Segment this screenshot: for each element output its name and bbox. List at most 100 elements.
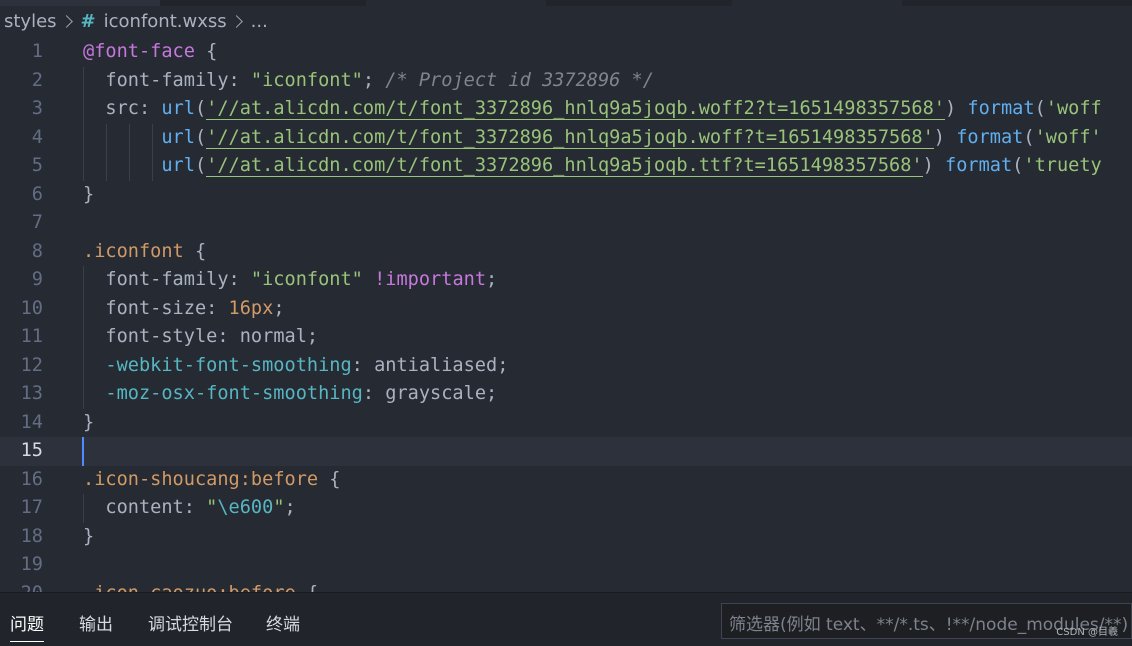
code-line[interactable]: 17 content: "\e600"; — [0, 494, 1132, 523]
code-token: : — [362, 383, 386, 404]
code-editor[interactable]: 1 @font-face {2 font-family: "iconfont"; … — [0, 38, 1132, 592]
bottom-panel: 问题 输出 调试控制台 终端 筛选器(例如 text、**/*.ts、!**/n… — [0, 592, 1132, 646]
line-number: 4 — [31, 126, 43, 148]
code-content: } — [83, 409, 94, 438]
code-line[interactable]: 5 url('//at.alicdn.com/t/font_3372896_hn… — [0, 152, 1132, 181]
code-token: } — [83, 525, 95, 547]
breadcrumb-folder-label: styles — [4, 10, 57, 32]
line-number: 20 — [0, 580, 43, 593]
code-line[interactable]: 9 font-family: "iconfont" !important; — [0, 266, 1132, 295]
line-number: 1 — [31, 41, 43, 62]
code-token: '//at.alicdn.com/t/font_3372896_hnlq9a5j… — [206, 126, 934, 149]
code-line[interactable]: 14} — [0, 409, 1132, 438]
code-token: 'woff' — [1034, 126, 1102, 148]
code-line[interactable]: 1 @font-face { — [0, 38, 1132, 67]
code-content: .iconfont { — [83, 238, 206, 267]
breadcrumb-folder[interactable]: styles — [4, 11, 57, 32]
code-line[interactable]: 12 -webkit-font-smoothing: antialiased; — [0, 351, 1132, 381]
code-content: -moz-osx-font-smoothing: grayscale; — [83, 380, 497, 409]
code-token: -moz-osx-font-smoothing — [83, 383, 363, 404]
code-token: } — [83, 411, 95, 433]
code-token: normal — [239, 326, 307, 347]
code-token: format — [956, 126, 1024, 148]
code-token: ; — [273, 297, 285, 319]
tab-output[interactable]: 输出 — [79, 610, 113, 635]
code-token: { — [318, 468, 341, 490]
code-token: @font-face — [83, 41, 195, 62]
code-token: ; — [497, 354, 509, 376]
text-cursor — [82, 437, 84, 466]
code-token: '//at.alicdn.com/t/font_3372896_hnlq9a5j… — [206, 155, 923, 177]
tab-label: 调试控制台 — [148, 615, 233, 635]
code-line[interactable]: 2 font-family: "iconfont"; /* Project id… — [0, 66, 1132, 95]
line-number: 3 — [31, 98, 43, 119]
code-line[interactable]: 16 .icon-shoucang:before { — [0, 466, 1132, 495]
code-token: " — [273, 497, 285, 518]
code-token: ) — [933, 126, 957, 148]
tab-debug-console[interactable]: 调试控制台 — [148, 610, 233, 635]
line-number: 18 — [20, 525, 43, 547]
code-line[interactable]: 10 font-size: 16px; — [0, 294, 1132, 323]
line-number: 13 — [20, 383, 43, 404]
line-number: 19 — [20, 554, 43, 575]
code-token: 'woff — [1045, 98, 1102, 119]
code-token: { — [296, 583, 318, 593]
code-token: ( — [1034, 98, 1046, 119]
code-token: : — [228, 69, 251, 91]
code-token: } — [83, 183, 95, 205]
code-content: -webkit-font-smoothing: antialiased; — [83, 352, 508, 381]
code-line[interactable]: 15 — [0, 437, 1132, 466]
tab-label: 问题 — [10, 615, 44, 635]
code-token: ( — [1023, 126, 1035, 148]
code-line[interactable]: 7 — [0, 209, 1132, 238]
line-number: 15 — [20, 440, 43, 461]
code-token: ; — [486, 383, 498, 404]
code-token: url — [83, 155, 195, 176]
code-line[interactable]: 13 -moz-osx-font-smoothing: grayscale; — [0, 380, 1132, 409]
tab-problems[interactable]: 问题 — [10, 610, 44, 642]
code-token: !important — [374, 269, 487, 290]
code-token: ) — [945, 98, 968, 119]
code-token: : — [351, 354, 375, 376]
breadcrumb-more[interactable]: ... — [251, 11, 268, 32]
code-token: :before — [239, 468, 319, 490]
code-line[interactable]: 6} — [0, 181, 1132, 210]
line-number: 14 — [20, 411, 43, 433]
code-token: ; — [306, 326, 319, 347]
code-content: @font-face { — [83, 38, 217, 67]
breadcrumb-file[interactable]: # iconfont.wxss — [81, 11, 227, 32]
watermark: CSDN @目羲 — [1056, 627, 1118, 638]
chevron-right-icon — [229, 14, 243, 28]
code-token: ( — [194, 98, 207, 119]
code-content: url('//at.alicdn.com/t/font_3372896_hnlq… — [83, 124, 1102, 153]
code-token: format — [967, 98, 1035, 119]
breadcrumb: styles # iconfont.wxss ... — [0, 6, 1132, 36]
code-content: font-style: normal; — [83, 323, 318, 352]
code-line[interactable]: 18} — [0, 523, 1132, 552]
code-line[interactable]: 19 — [0, 551, 1132, 580]
code-token: \e600 — [217, 497, 274, 518]
code-token: font-size — [83, 297, 207, 319]
code-token: ; — [486, 269, 498, 290]
code-line[interactable]: 20 .icon-caozuo:before { — [0, 580, 1132, 593]
code-token: ; — [284, 497, 296, 518]
code-line[interactable]: 3 src: url('//at.alicdn.com/t/font_33728… — [0, 95, 1132, 124]
code-token: { — [183, 240, 207, 262]
code-line[interactable]: 11 font-style: normal; — [0, 323, 1132, 352]
code-line[interactable]: 8 .iconfont { — [0, 238, 1132, 267]
code-content: } — [83, 181, 94, 210]
code-token: font-family — [83, 69, 229, 91]
code-token: .icon-caozuo — [83, 583, 217, 593]
css-file-icon: # — [80, 10, 96, 32]
chevron-right-icon — [59, 14, 73, 28]
tab-terminal[interactable]: 终端 — [266, 610, 300, 635]
code-token: ) — [922, 155, 945, 176]
line-number: 17 — [20, 497, 43, 518]
code-token: font-family — [83, 269, 229, 290]
line-number: 16 — [20, 468, 43, 490]
code-line[interactable]: 4 url('//at.alicdn.com/t/font_3372896_hn… — [0, 123, 1132, 153]
code-token: "iconfont" — [250, 69, 363, 91]
code-token: : — [206, 297, 229, 319]
line-number: 5 — [31, 155, 43, 176]
